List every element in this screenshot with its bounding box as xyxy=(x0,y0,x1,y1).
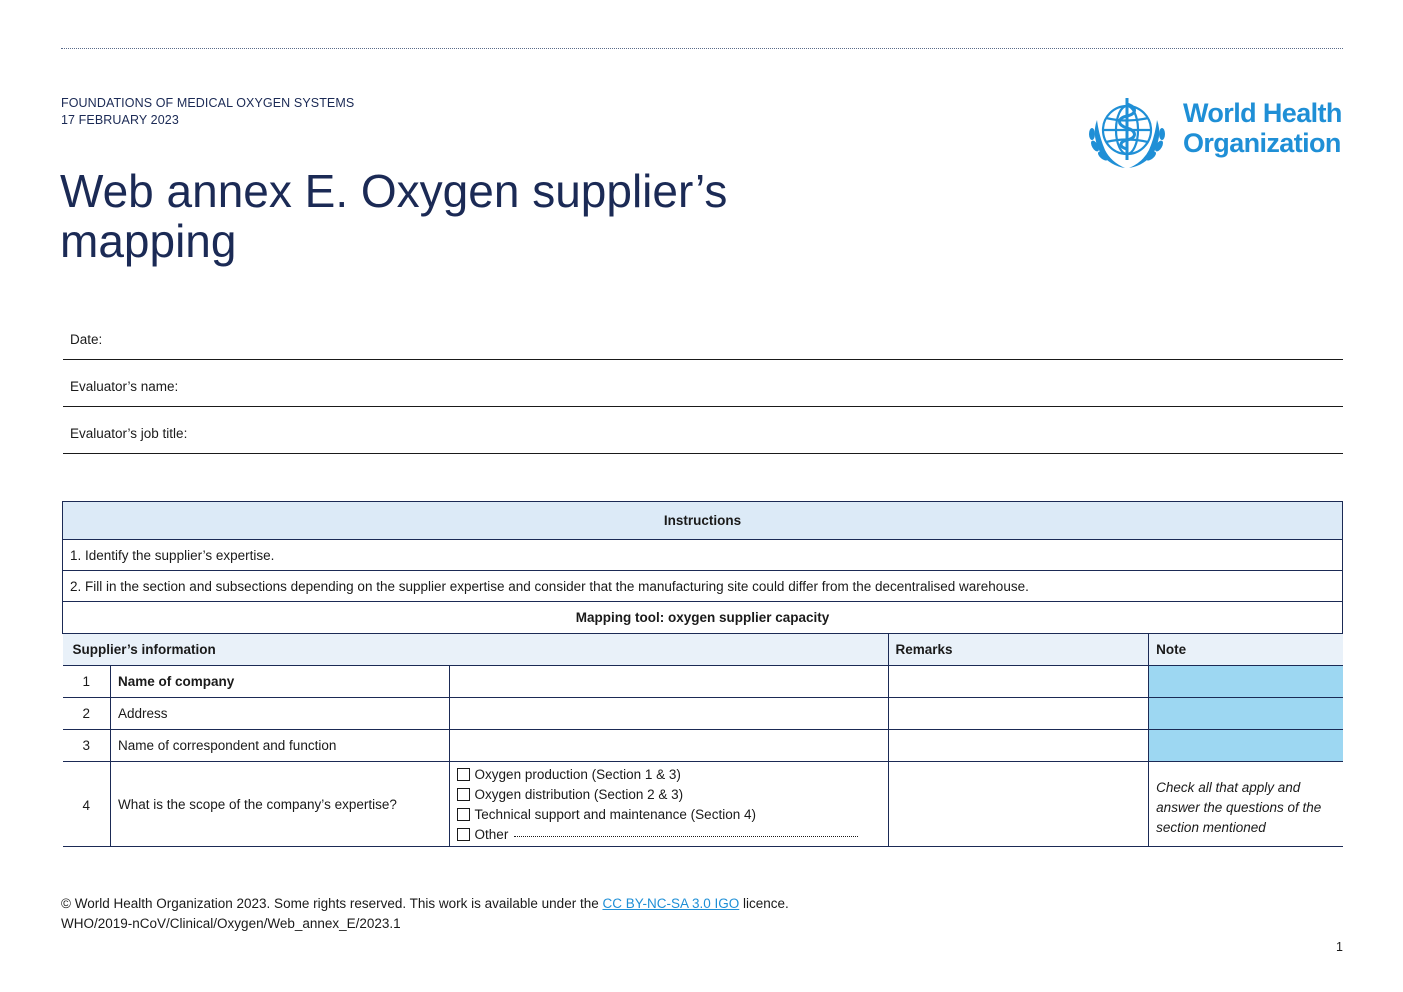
instruction-step-2: 2. Fill in the section and subsections d… xyxy=(62,570,1343,602)
option-label: Oxygen distribution (Section 2 & 3) xyxy=(474,786,684,802)
copyright-prefix: © World Health Organization 2023. Some r… xyxy=(61,896,603,911)
checkbox-icon[interactable] xyxy=(456,807,470,821)
expertise-options-cell: Oxygen production (Section 1 & 3) Oxygen… xyxy=(448,761,889,847)
checkbox-icon[interactable] xyxy=(456,787,470,801)
option-technical-support[interactable]: Technical support and maintenance (Secti… xyxy=(456,804,881,824)
remarks-cell[interactable] xyxy=(887,761,1150,847)
footer: © World Health Organization 2023. Some r… xyxy=(61,894,789,934)
instruction-step-1: 1. Identify the supplier’s expertise. xyxy=(62,539,1343,571)
note-cell xyxy=(1148,665,1343,698)
copyright-suffix: licence. xyxy=(739,896,789,911)
table-row: 2 Address xyxy=(62,697,1343,730)
row-label: What is the scope of the company’s exper… xyxy=(109,761,450,847)
company-name-input-cell[interactable] xyxy=(448,665,889,698)
correspondent-input-cell[interactable] xyxy=(448,729,889,762)
top-dotted-rule xyxy=(61,48,1343,49)
checkbox-icon[interactable] xyxy=(456,767,470,781)
date-field[interactable]: Date: xyxy=(63,321,1343,360)
row-label: Address xyxy=(109,697,450,730)
address-input-cell[interactable] xyxy=(448,697,889,730)
option-oxygen-distribution[interactable]: Oxygen distribution (Section 2 & 3) xyxy=(456,784,881,804)
option-label: Oxygen production (Section 1 & 3) xyxy=(474,766,681,782)
series-name: FOUNDATIONS OF MEDICAL OXYGEN SYSTEMS xyxy=(61,96,355,110)
row-number: 4 xyxy=(62,761,111,847)
note-cell: Check all that apply and answer the ques… xyxy=(1148,761,1343,847)
page-number: 1 xyxy=(1336,940,1343,954)
table-row: 4 What is the scope of the company’s exp… xyxy=(62,761,1343,847)
instructions-heading: Instructions xyxy=(62,501,1343,540)
remarks-cell[interactable] xyxy=(887,665,1150,698)
document-id: WHO/2019-nCoV/Clinical/Oxygen/Web_annex_… xyxy=(61,916,401,931)
evaluator-job-label: Evaluator’s job title: xyxy=(70,426,188,441)
document-series: FOUNDATIONS OF MEDICAL OXYGEN SYSTEMS 17… xyxy=(61,95,354,129)
note-cell xyxy=(1148,697,1343,730)
row-number: 1 xyxy=(62,665,111,698)
note-cell xyxy=(1148,729,1343,762)
option-label: Other xyxy=(474,826,509,842)
evaluator-job-field[interactable]: Evaluator’s job title: xyxy=(63,415,1343,454)
who-logo: World Health Organization xyxy=(1083,90,1345,174)
option-other[interactable]: Other xyxy=(456,824,881,844)
who-emblem-icon xyxy=(1089,98,1165,168)
row-number: 3 xyxy=(62,729,111,762)
row-label: Name of company xyxy=(109,665,450,698)
evaluator-name-label: Evaluator’s name: xyxy=(70,379,179,394)
supplier-mapping-table: Instructions 1. Identify the supplier’s … xyxy=(62,501,1343,847)
remarks-header: Remarks xyxy=(887,633,1150,666)
copyright-line: © World Health Organization 2023. Some r… xyxy=(61,894,789,914)
supplier-info-header: Supplier’s information xyxy=(62,633,889,666)
option-label: Technical support and maintenance (Secti… xyxy=(474,806,756,822)
table-row: 1 Name of company xyxy=(62,665,1343,698)
who-wordmark-line1: World Health xyxy=(1183,98,1342,128)
note-header: Note xyxy=(1148,633,1343,666)
remarks-cell[interactable] xyxy=(887,697,1150,730)
checkbox-icon[interactable] xyxy=(456,827,470,841)
publication-date: 17 FEBRUARY 2023 xyxy=(61,113,179,127)
licence-link[interactable]: CC BY-NC-SA 3.0 IGO xyxy=(602,896,739,911)
mapping-tool-title: Mapping tool: oxygen supplier capacity xyxy=(62,601,1343,634)
who-wordmark: World Health Organization xyxy=(1183,98,1342,158)
who-wordmark-line2: Organization xyxy=(1183,128,1341,158)
other-fill-line[interactable] xyxy=(514,835,859,837)
evaluator-name-field[interactable]: Evaluator’s name: xyxy=(63,368,1343,407)
option-oxygen-production[interactable]: Oxygen production (Section 1 & 3) xyxy=(456,764,881,784)
page-title: Web annex E. Oxygen supplier’s mapping xyxy=(60,165,728,267)
row-number: 2 xyxy=(62,697,111,730)
date-label: Date: xyxy=(70,332,103,347)
row4-note: Check all that apply and answer the ques… xyxy=(1156,780,1322,835)
remarks-cell[interactable] xyxy=(887,729,1150,762)
table-row: 3 Name of correspondent and function xyxy=(62,729,1343,762)
row-label: Name of correspondent and function xyxy=(109,729,450,762)
